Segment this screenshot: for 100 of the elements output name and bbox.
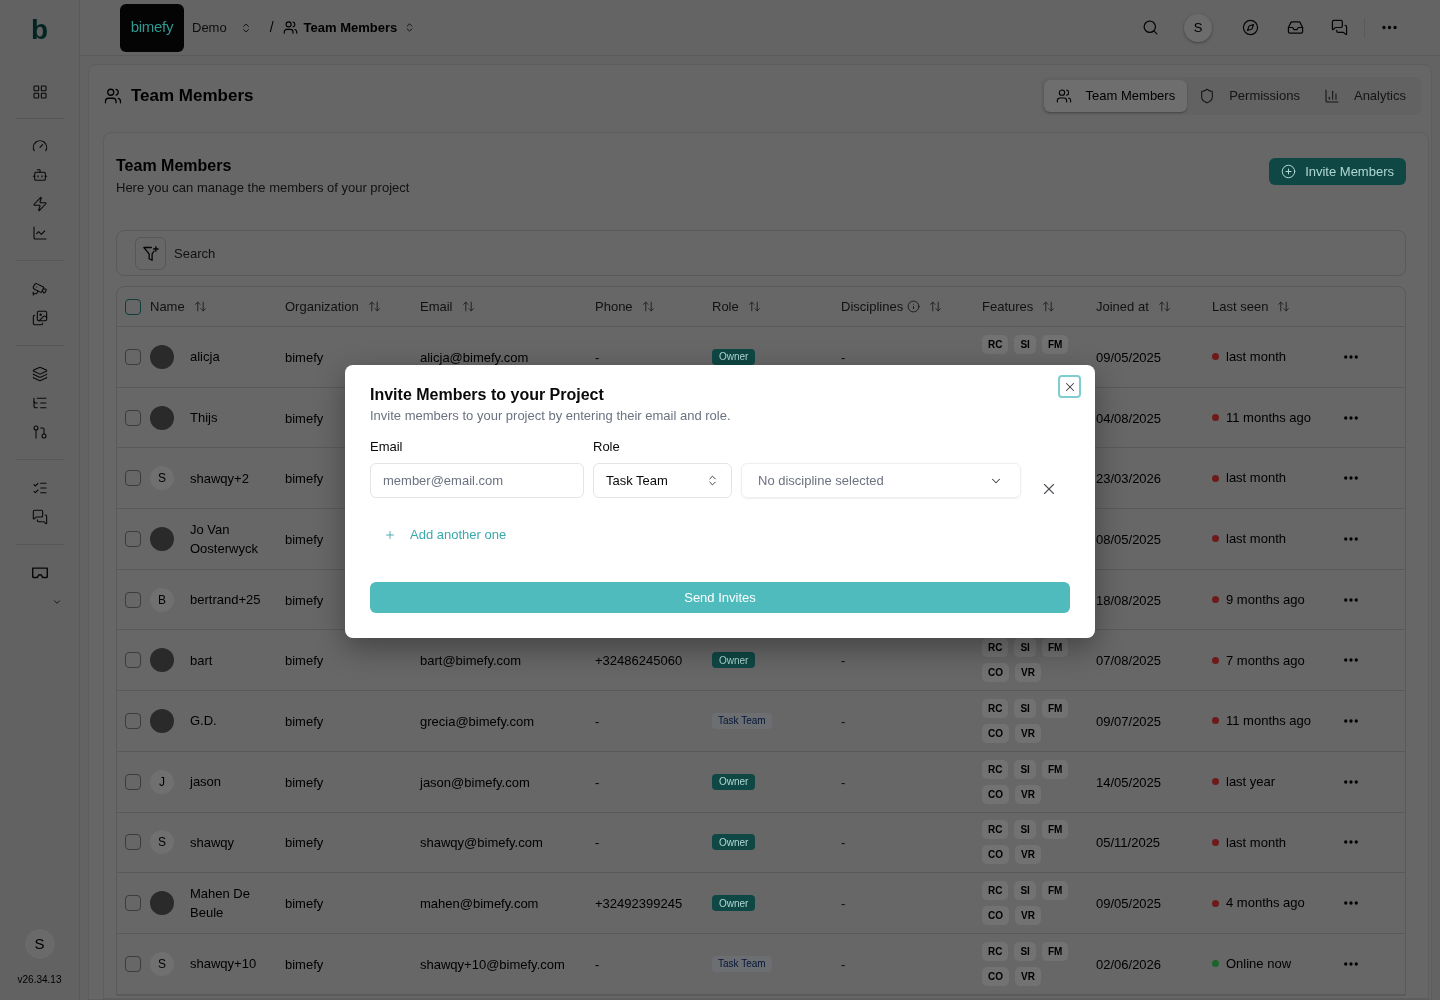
- column-header[interactable]: Role: [712, 296, 739, 317]
- feature-tag: RC: [982, 638, 1009, 658]
- sort-icon[interactable]: [929, 300, 943, 313]
- checkbox[interactable]: [125, 652, 141, 669]
- search-field[interactable]: Search: [174, 238, 1405, 268]
- column-header[interactable]: Joined at: [1096, 296, 1149, 317]
- discipline-select[interactable]: No discipline selected: [741, 463, 1021, 498]
- images-icon[interactable]: [31, 309, 48, 326]
- discipline-text: -: [841, 713, 846, 729]
- user-avatar[interactable]: S: [1184, 13, 1212, 42]
- security-camera-icon[interactable]: [31, 280, 48, 297]
- users-icon: [1055, 87, 1072, 104]
- breadcrumb-separator: /: [269, 18, 274, 37]
- messages-icon[interactable]: [1331, 19, 1348, 36]
- last-seen-text: last month: [1226, 469, 1286, 488]
- grid-icon[interactable]: [31, 83, 48, 100]
- sort-icon[interactable]: [1277, 300, 1291, 313]
- sort-icon[interactable]: [641, 300, 655, 313]
- workspace-switcher[interactable]: Demo: [192, 17, 252, 38]
- line-chart-icon[interactable]: [31, 224, 48, 241]
- organization-text: bimefy: [285, 592, 324, 608]
- column-header[interactable]: Email: [420, 296, 453, 317]
- sort-icon[interactable]: [461, 300, 475, 313]
- column-header[interactable]: Phone: [595, 296, 633, 317]
- chevrons-icon: [706, 474, 719, 487]
- organization-text: bimefy: [285, 713, 324, 729]
- checkbox[interactable]: [125, 834, 141, 851]
- avatar-photo-placeholder: [150, 344, 174, 369]
- sort-icon[interactable]: [193, 300, 207, 313]
- gauge-icon[interactable]: [31, 137, 48, 154]
- organization-text: bimefy: [285, 774, 324, 790]
- sort-icon[interactable]: [1157, 300, 1171, 313]
- users-icon: [104, 86, 122, 105]
- tab[interactable]: Team Members: [1043, 79, 1188, 112]
- column-header[interactable]: Name: [150, 296, 185, 317]
- invite-members-button[interactable]: Invite Members: [1269, 158, 1406, 185]
- inbox-icon[interactable]: [1287, 19, 1304, 36]
- joined-date: 09/07/2025: [1096, 713, 1162, 729]
- sort-icon[interactable]: [1042, 300, 1056, 313]
- checkbox[interactable]: [125, 348, 141, 365]
- messages-icon[interactable]: [31, 508, 48, 525]
- feature-tag: CO: [982, 906, 1009, 926]
- lightning-icon[interactable]: [31, 195, 48, 212]
- email-field[interactable]: member@email.com: [370, 463, 584, 498]
- sort-icon[interactable]: [367, 300, 381, 313]
- page-switcher[interactable]: Team Members: [282, 17, 416, 38]
- feature-tag: RC: [982, 881, 1009, 901]
- user-avatar[interactable]: S: [24, 929, 55, 959]
- avatar-initial: S: [150, 951, 174, 976]
- add-another-link[interactable]: Add another one: [384, 526, 507, 544]
- tab[interactable]: Permissions: [1187, 79, 1312, 112]
- search-icon[interactable]: [1142, 19, 1159, 36]
- checkbox[interactable]: [125, 470, 141, 487]
- feature-tag: CO: [982, 966, 1009, 986]
- robot-icon[interactable]: [31, 166, 48, 183]
- role-select[interactable]: Task Team: [593, 463, 732, 498]
- app-logo[interactable]: b: [30, 15, 49, 45]
- checkbox[interactable]: [125, 409, 141, 426]
- avatar-initial: B: [150, 587, 174, 612]
- section-title: Team Members: [116, 156, 233, 176]
- tab[interactable]: Analytics: [1311, 79, 1418, 112]
- feature-tag: CO: [982, 845, 1009, 865]
- checkbox[interactable]: [125, 773, 141, 790]
- column-header[interactable]: Last seen: [1212, 296, 1269, 317]
- feature-tag: FM: [1041, 820, 1069, 840]
- member-name: shawqy+2: [190, 469, 250, 488]
- joined-date: 07/08/2025: [1096, 653, 1162, 669]
- info-icon[interactable]: [907, 300, 921, 313]
- field-label: Email: [370, 438, 404, 456]
- checkbox[interactable]: [125, 530, 141, 547]
- checkbox[interactable]: [125, 591, 141, 608]
- compass-icon[interactable]: [1242, 19, 1259, 36]
- avatar-initial: S: [150, 830, 174, 855]
- goggles-icon[interactable]: [31, 564, 48, 581]
- checkbox[interactable]: [125, 298, 141, 315]
- sort-icon[interactable]: [747, 300, 761, 313]
- joined-date: 18/08/2025: [1096, 592, 1162, 608]
- layers-icon[interactable]: [31, 365, 48, 382]
- phone-text: -: [595, 713, 600, 729]
- brand-logo[interactable]: bimefy: [120, 3, 184, 52]
- column-header[interactable]: Disciplines: [841, 296, 904, 317]
- search-bar[interactable]: Search: [116, 230, 1406, 276]
- column-header[interactable]: Organization: [285, 296, 359, 317]
- checkbox[interactable]: [125, 712, 141, 729]
- send-invites-button[interactable]: Send Invites: [370, 582, 1070, 613]
- close-button[interactable]: [1058, 375, 1081, 398]
- version-text: v26.34.13: [17, 974, 62, 986]
- last-seen-text: Online now: [1226, 954, 1292, 973]
- filter-button[interactable]: [135, 236, 166, 270]
- joined-date: 04/08/2025: [1096, 410, 1162, 426]
- pull-request-icon[interactable]: [31, 423, 48, 440]
- column-header[interactable]: Features: [982, 296, 1034, 317]
- chevron-down-icon[interactable]: [52, 597, 62, 607]
- checkbox[interactable]: [125, 895, 141, 912]
- page-title: Team Members: [131, 84, 254, 107]
- checkbox[interactable]: [125, 955, 141, 972]
- organization-text: bimefy: [285, 410, 324, 426]
- feature-tag: VR: [1015, 784, 1041, 804]
- feature-tag: CO: [982, 784, 1009, 804]
- plus-icon: [384, 529, 396, 541]
